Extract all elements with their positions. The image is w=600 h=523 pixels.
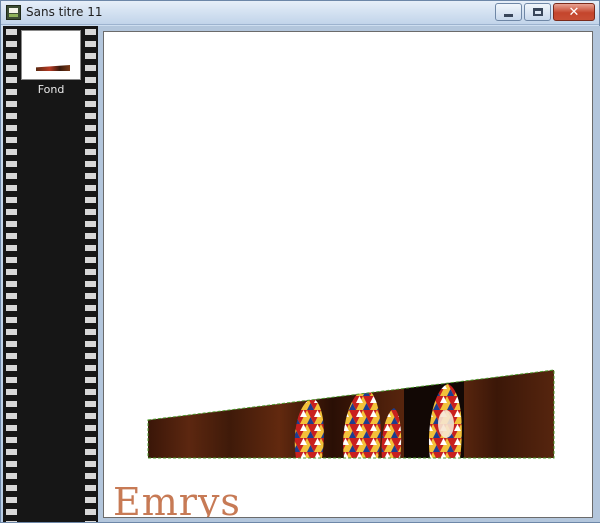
canvas-artwork	[147, 369, 555, 459]
filmstrip-perforation-right	[85, 26, 96, 522]
layers-filmstrip-panel: Fond	[3, 26, 98, 522]
maximize-icon	[532, 8, 543, 16]
filmstrip-perforation-left	[6, 26, 17, 522]
minimize-icon	[504, 13, 513, 17]
watermark-text: Emrys	[113, 480, 241, 518]
title-bar[interactable]: Sans titre 11 ✕	[1, 1, 599, 25]
window-title: Sans titre 11	[26, 5, 103, 19]
image-window: Sans titre 11 ✕ Fond Emrys	[0, 0, 600, 523]
close-icon: ✕	[568, 4, 580, 20]
minimize-button[interactable]	[495, 3, 522, 21]
close-button[interactable]: ✕	[553, 3, 595, 21]
layer-name[interactable]: Fond	[21, 83, 81, 96]
image-canvas[interactable]: Emrys	[103, 31, 593, 518]
caption-buttons: ✕	[493, 3, 595, 21]
layer-thumbnail[interactable]	[21, 30, 81, 80]
layer-thumbnail-preview	[36, 65, 70, 71]
canvas-workspace[interactable]: Emrys	[98, 26, 600, 522]
image-document-icon	[6, 5, 21, 20]
maximize-button[interactable]	[524, 3, 551, 21]
